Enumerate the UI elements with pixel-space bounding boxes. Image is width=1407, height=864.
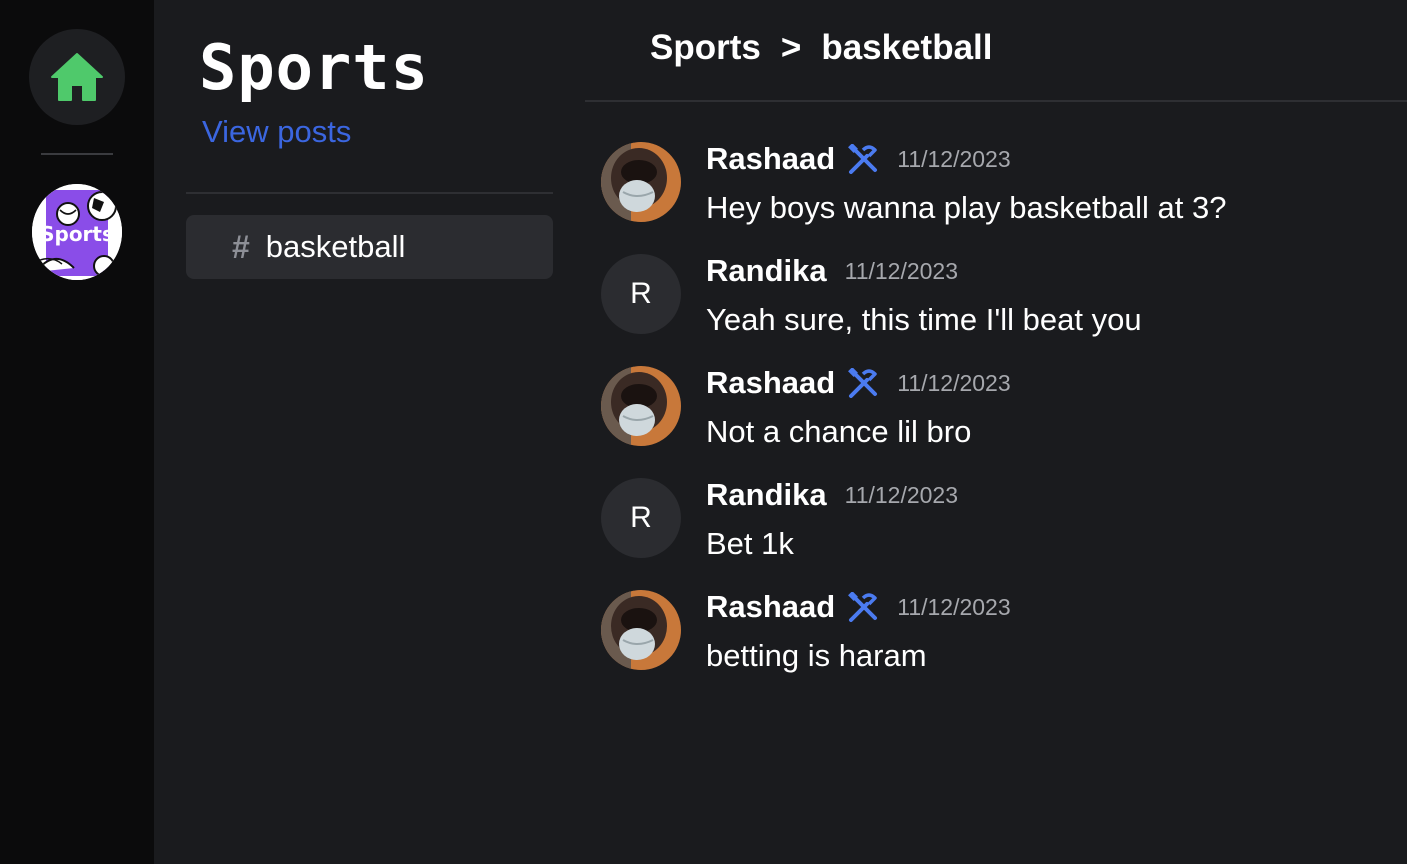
message-timestamp: 11/12/2023 (897, 369, 1011, 396)
channel-sidebar: Sports View posts # basketball (154, 0, 585, 864)
message-timestamp: 11/12/2023 (844, 257, 959, 284)
message-header: Randika 11/12/2023 (706, 477, 959, 513)
message-list: Rashaad 11/12/2023 Hey boys wanna play b… (601, 141, 1391, 702)
rail-divider (41, 153, 113, 155)
avatar-rashaad[interactable] (601, 366, 681, 446)
message-text: Hey boys wanna play basketball at 3? (706, 190, 1227, 225)
breadcrumb-separator: > (780, 28, 802, 67)
home-button[interactable] (29, 29, 125, 125)
username[interactable]: Randika (706, 253, 827, 289)
message-item: R Randika 11/12/2023 Yeah sure, this tim… (601, 253, 1391, 366)
message-text: Bet 1k (706, 526, 794, 561)
message-item: R Randika 11/12/2023 Bet 1k (601, 477, 1391, 590)
home-icon (51, 53, 103, 101)
tools-icon (847, 144, 879, 174)
message-text: betting is haram (706, 638, 927, 673)
avatar-rashaad[interactable] (601, 142, 681, 222)
tools-icon (847, 368, 879, 398)
server-icon-sports[interactable]: Sports (32, 184, 122, 280)
message-header: Rashaad 11/12/2023 (706, 141, 1011, 177)
message-header: Rashaad 11/12/2023 (706, 589, 1011, 625)
avatar-randika[interactable]: R (601, 254, 681, 334)
server-logo-label: Sports (40, 222, 114, 246)
message-timestamp: 11/12/2023 (897, 145, 1011, 172)
server-rail: Sports (0, 0, 154, 864)
hash-icon: # (232, 228, 250, 265)
breadcrumb: Sports > basketball (650, 28, 993, 68)
message-text: Yeah sure, this time I'll beat you (706, 302, 1142, 337)
server-title: Sports (199, 31, 429, 104)
tools-icon (847, 592, 879, 622)
message-header: Rashaad 11/12/2023 (706, 365, 1011, 401)
channel-name: basketball (265, 229, 406, 264)
message-timestamp: 11/12/2023 (897, 593, 1011, 620)
breadcrumb-channel: basketball (821, 28, 993, 67)
user-photo (601, 590, 681, 670)
sidebar-divider (186, 192, 553, 194)
message-item: Rashaad 11/12/2023 Hey boys wanna play b… (601, 141, 1391, 254)
message-header: Randika 11/12/2023 (706, 253, 959, 289)
username[interactable]: Randika (706, 477, 827, 513)
message-text: Not a chance lil bro (706, 414, 972, 449)
view-posts-link[interactable]: View posts (202, 114, 351, 150)
user-photo (601, 142, 681, 222)
message-timestamp: 11/12/2023 (844, 481, 959, 508)
user-photo (601, 366, 681, 446)
breadcrumb-server[interactable]: Sports (650, 28, 761, 68)
username[interactable]: Rashaad (706, 141, 835, 177)
avatar-randika[interactable]: R (601, 478, 681, 558)
channel-item-basketball[interactable]: # basketball (186, 215, 553, 279)
username[interactable]: Rashaad (706, 365, 835, 401)
username[interactable]: Rashaad (706, 589, 835, 625)
header-divider (585, 100, 1407, 102)
chat-panel: Sports > basketball Rashaad 11/12/2023 H… (585, 0, 1407, 864)
avatar-rashaad[interactable] (601, 590, 681, 670)
message-item: Rashaad 11/12/2023 betting is haram (601, 589, 1391, 702)
message-item: Rashaad 11/12/2023 Not a chance lil bro (601, 365, 1391, 478)
